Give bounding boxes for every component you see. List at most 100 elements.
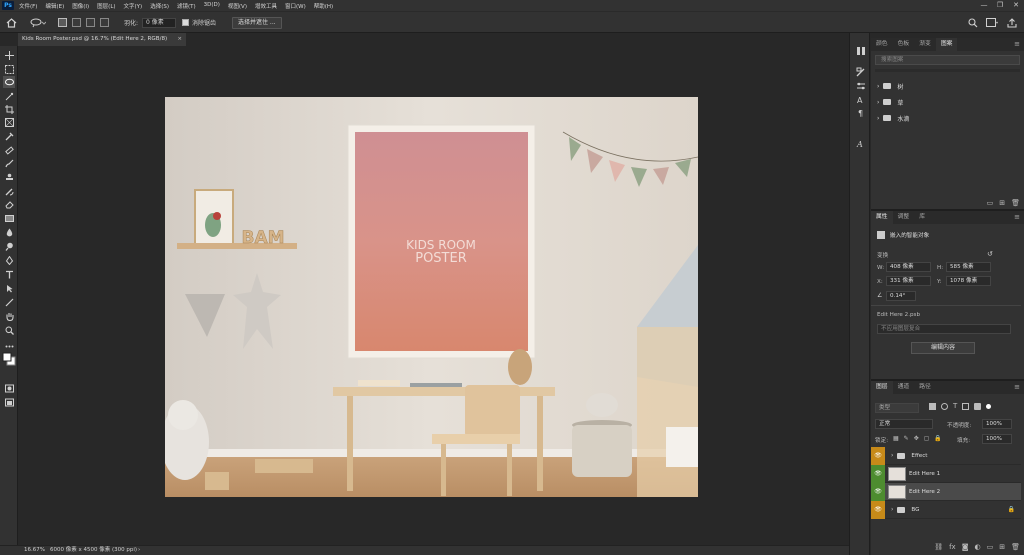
screen-mode-icon[interactable] [3,396,15,408]
search-icon[interactable] [968,16,978,29]
menu-window[interactable]: 窗口(W) [285,2,306,10]
move-tool-icon[interactable] [3,49,15,61]
lock-all-icon[interactable]: 🔒 [934,435,941,442]
delete-icon[interactable]: 🗑 [1011,543,1020,551]
tab-properties[interactable]: 属性 [871,211,893,224]
feather-input[interactable]: 0 像素 [142,17,176,28]
intersect-selection-icon[interactable] [100,16,109,29]
chevron-right-icon[interactable]: › [891,452,893,459]
pixel-filter-icon[interactable] [929,403,936,410]
shape-filter-icon[interactable] [962,403,970,410]
status-arrow-icon[interactable]: › [138,546,140,555]
pattern-folder[interactable]: › 树 [871,78,1024,94]
tab-adjustments[interactable]: 调整 [893,211,915,224]
delete-icon[interactable]: 🗑 [1011,199,1020,207]
canvas-area[interactable]: KIDS ROOM POSTER BAM [19,46,849,545]
panel-menu-icon[interactable]: ≡ [1014,383,1020,391]
lock-artboard-icon[interactable]: ▢ [924,435,930,442]
pen-tool-icon[interactable] [3,254,15,266]
add-mask-icon[interactable]: ◙ [962,543,969,551]
glyphs-icon[interactable]: A [855,139,866,150]
type-tool-icon[interactable] [3,268,15,280]
minimize-button[interactable]: — [976,0,992,11]
close-tab-icon[interactable]: × [177,33,182,46]
panel-menu-icon[interactable]: ≡ [1014,213,1020,221]
fill-input[interactable]: 100% [986,436,1002,442]
path-selection-icon[interactable] [3,282,15,294]
layer-row-selected[interactable]: 👁 Edit Here 2 [871,482,1021,501]
lock-position-icon[interactable]: ✥ [914,435,919,442]
eye-icon[interactable]: 👁 [871,482,885,501]
tab-channels[interactable]: 通道 [893,381,915,394]
pattern-folder[interactable]: › 草 [871,94,1024,110]
link-layers-icon[interactable]: ⛓ [934,543,943,551]
eye-icon[interactable]: 👁 [871,446,885,465]
marquee-tool-icon[interactable] [3,63,15,75]
document-tab[interactable]: Kids Room Poster.psd @ 16.7% (Edit Here … [18,33,186,46]
menu-layer[interactable]: 图层(L) [97,2,115,10]
menu-help[interactable]: 帮助(H) [314,2,333,10]
tab-patterns[interactable]: 图案 [935,38,958,51]
share-icon[interactable] [1007,16,1017,29]
type-filter-icon[interactable]: T [953,403,957,410]
menu-plugins[interactable]: 增效工具 [255,2,277,10]
hand-tool-icon[interactable] [3,310,15,322]
tab-swatches[interactable]: 色板 [893,38,915,51]
layer-row[interactable]: 👁 Edit Here 1 [871,464,1021,483]
menu-select[interactable]: 选择(S) [150,2,169,10]
pattern-folder[interactable]: › 水滴 [871,110,1024,126]
brush-tool-icon[interactable] [3,157,15,169]
lock-transparency-icon[interactable]: ▦ [893,435,899,442]
opacity-input[interactable]: 100% [986,421,1002,427]
tab-libraries[interactable]: 库 [914,211,930,224]
adjust-layer-icon[interactable] [855,81,866,92]
blur-tool-icon[interactable] [3,226,15,238]
layer-row[interactable]: 👁 › Effect [871,446,1021,465]
menu-type[interactable]: 文字(Y) [124,2,143,10]
zoom-tool-icon[interactable] [3,324,15,336]
brush-settings-icon[interactable] [855,67,866,78]
eyedropper-icon[interactable] [3,130,15,142]
panel-menu-icon[interactable]: ≡ [1014,40,1020,48]
zoom-level[interactable]: 16.67% [24,546,45,555]
more-tools-icon[interactable] [3,340,15,352]
chevron-right-icon[interactable]: › [877,115,879,122]
home-icon[interactable] [6,16,17,29]
chevron-right-icon[interactable]: › [877,99,879,106]
subtract-selection-icon[interactable] [86,16,95,29]
menu-3d[interactable]: 3D(D) [204,2,220,10]
history-panel-icon[interactable] [855,46,866,57]
tab-color[interactable]: 颜色 [871,38,893,51]
menu-edit[interactable]: 编辑(E) [45,2,64,10]
lasso-tool-preset-icon[interactable] [30,16,46,29]
menu-file[interactable]: 文件(F) [19,2,37,10]
eye-icon[interactable]: 👁 [871,500,885,519]
pattern-search-input[interactable]: 搜索图案 [875,55,1020,65]
paragraph-icon[interactable]: ¶ [855,108,866,119]
photoshop-logo[interactable]: Ps [2,1,14,10]
select-and-mask-button[interactable]: 选择并遮住 ... [232,16,282,29]
new-layer-icon[interactable]: ⊞ [999,543,1005,551]
menu-view[interactable]: 视图(V) [228,2,247,10]
new-group-icon[interactable]: ▭ [987,199,994,207]
color-swatches-icon[interactable] [2,352,16,366]
filter-toggle-icon[interactable] [986,404,992,409]
chevron-right-icon[interactable]: › [891,506,893,513]
frame-tool-icon[interactable] [3,116,15,128]
edit-contents-button[interactable]: 编辑内容 [911,342,975,354]
tab-gradients[interactable]: 渐变 [914,38,936,51]
close-window-button[interactable]: ✕ [1008,0,1024,11]
x-input[interactable]: 331 像素 [890,278,914,284]
document-canvas[interactable]: KIDS ROOM POSTER BAM [165,97,698,497]
line-tool-icon[interactable] [3,296,15,308]
fx-icon[interactable]: fx [949,543,956,551]
tab-layers[interactable]: 图层 [871,381,893,394]
height-input[interactable]: 585 像素 [950,264,974,270]
menu-image[interactable]: 图像(I) [72,2,89,10]
eraser-tool-icon[interactable] [3,198,15,210]
healing-brush-icon[interactable] [3,144,15,156]
smart-filter-icon[interactable] [974,403,982,410]
lasso-tool-icon[interactable] [3,76,15,88]
y-input[interactable]: 1078 像素 [950,278,977,284]
history-brush-icon[interactable] [3,185,15,197]
